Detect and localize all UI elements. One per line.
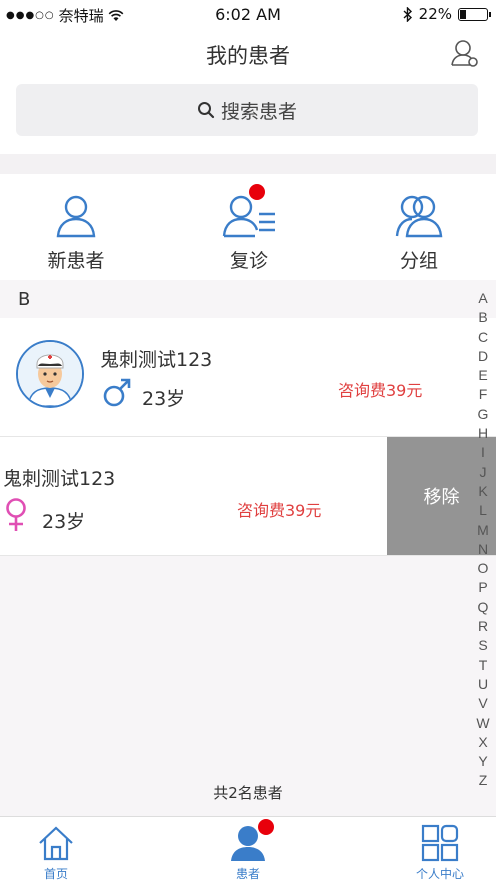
follow-up-badge bbox=[249, 184, 265, 200]
index-letter[interactable]: J bbox=[475, 463, 491, 482]
bluetooth-icon bbox=[403, 6, 412, 22]
tab-patients-label: 患者 bbox=[235, 867, 260, 881]
group-label: 分组 bbox=[399, 250, 438, 272]
consult-fee: 咨询费39元 bbox=[338, 381, 423, 400]
male-icon bbox=[102, 376, 132, 412]
index-letter[interactable]: Y bbox=[475, 752, 491, 771]
index-letter[interactable]: P bbox=[475, 578, 491, 597]
action-bar: 新患者 复诊 分组 bbox=[0, 174, 496, 280]
index-letter[interactable]: H bbox=[475, 424, 491, 443]
index-letter[interactable]: U bbox=[475, 675, 491, 694]
alphabet-index[interactable]: ABCDEFGHIJKLMNOPQRSTUVWXYZ bbox=[475, 289, 491, 791]
index-letter[interactable]: W bbox=[475, 714, 491, 733]
new-patient-label: 新患者 bbox=[47, 250, 105, 272]
nav-bar: 我的患者 bbox=[0, 30, 496, 76]
new-patient-button[interactable]: 新患者 bbox=[21, 192, 131, 273]
index-letter[interactable]: L bbox=[475, 501, 491, 520]
group-button[interactable]: 分组 bbox=[364, 192, 474, 273]
index-letter[interactable]: N bbox=[475, 540, 491, 559]
index-letter[interactable]: G bbox=[475, 405, 491, 424]
grid-icon bbox=[420, 823, 460, 863]
index-letter[interactable]: K bbox=[475, 482, 491, 501]
section-header: B bbox=[0, 280, 496, 318]
index-letter[interactable]: C bbox=[475, 328, 491, 347]
index-letter[interactable]: R bbox=[475, 617, 491, 636]
divider bbox=[0, 154, 496, 174]
patients-icon bbox=[228, 819, 274, 863]
female-icon bbox=[3, 497, 29, 537]
patient-age: 23岁 bbox=[142, 388, 186, 410]
battery-icon bbox=[458, 7, 491, 21]
battery-percent: 22% bbox=[418, 5, 452, 23]
status-bar: ●●●○○ 奈特瑞 6:02 AM 22% bbox=[0, 0, 496, 30]
avatar bbox=[16, 340, 84, 408]
index-letter[interactable]: V bbox=[475, 694, 491, 713]
index-letter[interactable]: D bbox=[475, 347, 491, 366]
user-settings-icon[interactable] bbox=[450, 38, 480, 68]
patient-name: 鬼刺测试123 bbox=[3, 468, 116, 490]
index-letter[interactable]: T bbox=[475, 656, 491, 675]
home-icon bbox=[36, 823, 76, 863]
tab-bar: 首页 患者 个人中心 bbox=[0, 816, 496, 882]
index-letter[interactable]: S bbox=[475, 636, 491, 655]
tab-profile-label: 个人中心 bbox=[415, 867, 464, 881]
patient-row[interactable]: 鬼刺测试123 23岁 咨询费39元 bbox=[0, 318, 496, 436]
index-letter[interactable]: O bbox=[475, 559, 491, 578]
tab-profile[interactable]: 个人中心 bbox=[390, 823, 490, 882]
status-right: 22% bbox=[403, 5, 491, 23]
index-letter[interactable]: B bbox=[475, 308, 491, 327]
search-icon bbox=[197, 102, 215, 119]
index-letter[interactable]: I bbox=[475, 443, 491, 462]
tab-home[interactable]: 首页 bbox=[6, 823, 106, 882]
section-letter: B bbox=[18, 289, 31, 310]
person-outline-icon bbox=[52, 192, 100, 240]
patient-name: 鬼刺测试123 bbox=[100, 349, 213, 371]
index-letter[interactable]: Q bbox=[475, 598, 491, 617]
patient-row[interactable]: 鬼刺测试123 23岁 咨询费39元 移除 bbox=[0, 436, 496, 556]
tab-home-label: 首页 bbox=[43, 867, 68, 881]
follow-up-label: 复诊 bbox=[229, 250, 268, 272]
patient-count: 共2名患者 bbox=[213, 784, 283, 802]
patients-badge bbox=[258, 819, 274, 835]
patient-age: 23岁 bbox=[42, 511, 86, 533]
page-title: 我的患者 bbox=[206, 44, 290, 68]
search-input[interactable]: 搜索患者 bbox=[16, 84, 478, 136]
tab-patients[interactable]: 患者 bbox=[198, 819, 298, 882]
index-letter[interactable]: E bbox=[475, 366, 491, 385]
index-letter[interactable]: M bbox=[475, 521, 491, 540]
search-section: 搜索患者 bbox=[0, 76, 496, 154]
group-icon bbox=[393, 192, 445, 240]
consult-fee: 咨询费39元 bbox=[237, 501, 322, 520]
index-letter[interactable]: X bbox=[475, 733, 491, 752]
index-letter[interactable]: F bbox=[475, 385, 491, 404]
index-letter[interactable]: A bbox=[475, 289, 491, 308]
follow-up-button[interactable]: 复诊 bbox=[194, 184, 304, 273]
person-list-icon bbox=[221, 184, 277, 240]
search-placeholder: 搜索患者 bbox=[220, 100, 297, 123]
